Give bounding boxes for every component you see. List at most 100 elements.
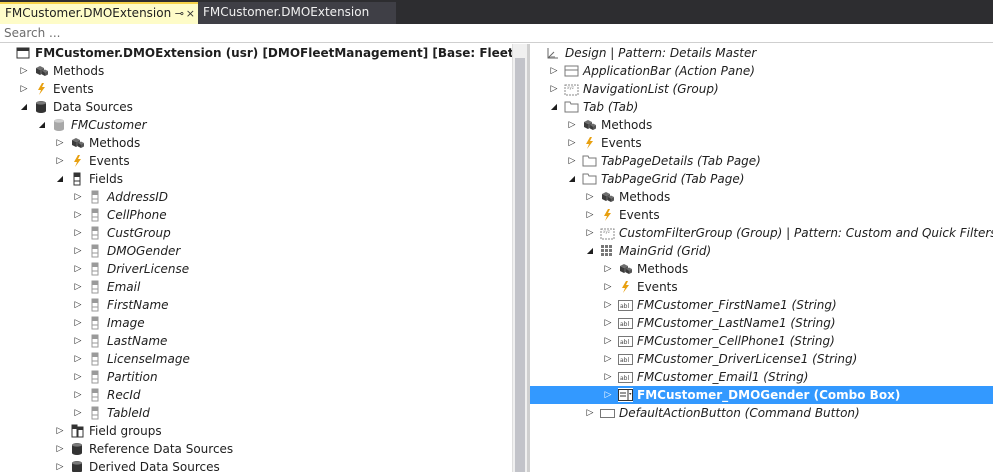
tree-row[interactable]: ▷ abl FMCustomer_DriverLicense1 (String) [530, 350, 993, 368]
tree-row[interactable]: ▷ Field groups [0, 422, 512, 440]
left-pane-scrollbar[interactable] [512, 44, 527, 472]
expand-arrow-icon[interactable]: ▷ [602, 278, 614, 296]
search-input[interactable] [0, 24, 993, 42]
tree-row[interactable]: ▷ Image [0, 314, 512, 332]
tree-row[interactable]: ▷ LicenseImage [0, 350, 512, 368]
collapse-arrow-icon[interactable]: ◢ [548, 98, 560, 116]
tree-row[interactable]: ▷ abl FMCustomer_LastName1 (String) [530, 314, 993, 332]
expand-arrow-icon[interactable]: ▷ [72, 386, 84, 404]
tree-item-label: AddressID [107, 190, 169, 204]
expand-arrow-icon[interactable]: ▷ [566, 134, 578, 152]
expand-arrow-icon[interactable]: ▷ [72, 332, 84, 350]
expand-arrow-icon[interactable]: ▷ [602, 386, 614, 404]
tree-row[interactable]: ▷ Methods [0, 62, 512, 80]
tree-row[interactable]: ◢ FMCustomer [0, 116, 512, 134]
tree-row[interactable]: ▷ abl FMCustomer_Email1 (String) [530, 368, 993, 386]
tree-row[interactable]: ▷ xyz CustomFilterGroup (Group) | Pattern:… [530, 224, 993, 242]
tree-row[interactable]: ▷ DefaultActionButton (Command Button) [530, 404, 993, 422]
expand-arrow-icon[interactable]: ▷ [54, 134, 66, 152]
field-icon-gray [88, 370, 103, 384]
pin-icon[interactable]: ⊸ [175, 4, 184, 23]
tree-row[interactable]: ▷ abl FMCustomer_CellPhone1 (String) [530, 332, 993, 350]
tree-row[interactable]: ▷ Methods [530, 260, 993, 278]
tree-row[interactable]: Design | Pattern: Details Master [530, 44, 993, 62]
tab-fmcustomer-dmoextension-active[interactable]: FMCustomer.DMOExtension ⊸ × [0, 2, 198, 24]
tree-row[interactable]: ▷ Events [0, 80, 512, 98]
tree-row[interactable]: ▷ Events [530, 134, 993, 152]
tree-row[interactable]: ◢ Tab (Tab) [530, 98, 993, 116]
expand-arrow-icon[interactable]: ▷ [72, 296, 84, 314]
tree-row[interactable]: ◢ TabPageGrid (Tab Page) [530, 170, 993, 188]
expand-arrow-icon[interactable]: ▷ [54, 152, 66, 170]
tree-row[interactable]: ▷ Methods [530, 188, 993, 206]
collapse-arrow-icon[interactable]: ◢ [36, 116, 48, 134]
tree-row[interactable]: ▷ AddressID [0, 188, 512, 206]
expand-arrow-icon[interactable]: ▷ [72, 224, 84, 242]
tree-row[interactable]: ▷ FirstName [0, 296, 512, 314]
close-icon[interactable]: × [186, 4, 195, 23]
expand-arrow-icon[interactable]: ▷ [548, 62, 560, 80]
tree-row[interactable]: ▷ Events [0, 152, 512, 170]
expand-arrow-icon[interactable]: ▷ [18, 80, 30, 98]
tree-row[interactable]: ▷ xyz NavigationList (Group) [530, 80, 993, 98]
command-button-icon [600, 406, 615, 420]
expand-arrow-icon[interactable]: ▷ [54, 422, 66, 440]
group-icon: xyz [564, 82, 579, 96]
expand-arrow-icon[interactable]: ▷ [602, 332, 614, 350]
expand-arrow-icon[interactable]: ▷ [602, 350, 614, 368]
tree-row[interactable]: ▷ RecId [0, 386, 512, 404]
expand-arrow-icon[interactable]: ▷ [584, 404, 596, 422]
tree-row[interactable]: ▷ Reference Data Sources [0, 440, 512, 458]
expand-arrow-icon[interactable]: ▷ [584, 224, 596, 242]
expand-arrow-icon[interactable]: ▷ [602, 260, 614, 278]
tree-row[interactable]: ▷ CellPhone [0, 206, 512, 224]
collapse-arrow-icon[interactable]: ◢ [584, 242, 596, 260]
collapse-arrow-icon[interactable]: ◢ [54, 170, 66, 188]
tree-row[interactable]: ▷ Partition [0, 368, 512, 386]
tree-row[interactable]: ▷ TabPageDetails (Tab Page) [530, 152, 993, 170]
field-icon-gray [88, 352, 103, 366]
tree-row[interactable]: ▷ Events [530, 206, 993, 224]
expand-arrow-icon[interactable]: ▷ [566, 116, 578, 134]
expand-arrow-icon[interactable]: ▷ [584, 206, 596, 224]
expand-arrow-icon[interactable]: ▷ [602, 296, 614, 314]
expand-arrow-icon[interactable]: ▷ [72, 260, 84, 278]
expand-arrow-icon[interactable]: ▷ [72, 350, 84, 368]
collapse-arrow-icon[interactable]: ◢ [566, 170, 578, 188]
tree-row[interactable]: ▷ Methods [0, 134, 512, 152]
expand-arrow-icon[interactable]: ▷ [72, 188, 84, 206]
tree-row[interactable]: ▷ Events [530, 278, 993, 296]
expand-arrow-icon[interactable]: ▷ [72, 206, 84, 224]
expand-arrow-icon[interactable]: ▷ [54, 458, 66, 472]
tree-row[interactable]: ▷ Methods [530, 116, 993, 134]
tree-row[interactable]: ▷ TableId [0, 404, 512, 422]
tree-row[interactable]: ▷ ApplicationBar (Action Pane) [530, 62, 993, 80]
expand-arrow-icon[interactable]: ▷ [566, 152, 578, 170]
tree-row[interactable]: ▷ FMCustomer_DMOGender (Combo Box) [530, 386, 993, 404]
expand-arrow-icon[interactable]: ▷ [54, 440, 66, 458]
tree-row[interactable]: ▷ Derived Data Sources [0, 458, 512, 472]
expand-arrow-icon[interactable]: ▷ [548, 80, 560, 98]
collapse-arrow-icon[interactable]: ◢ [18, 98, 30, 116]
expand-arrow-icon[interactable]: ▷ [18, 62, 30, 80]
scrollbar-thumb[interactable] [515, 58, 525, 472]
tree-row[interactable]: ◢ Fields [0, 170, 512, 188]
expand-arrow-icon[interactable]: ▷ [602, 368, 614, 386]
expand-arrow-icon[interactable]: ▷ [72, 368, 84, 386]
expand-arrow-icon[interactable]: ▷ [72, 404, 84, 422]
expand-arrow-icon[interactable]: ▷ [72, 242, 84, 260]
tree-row[interactable]: ▷ DMOGender [0, 242, 512, 260]
expand-arrow-icon[interactable]: ▷ [602, 314, 614, 332]
expand-arrow-icon[interactable]: ▷ [72, 314, 84, 332]
tab-fmcustomer-dmoextension-preview[interactable]: FMCustomer.DMOExtension [198, 2, 396, 24]
tree-row[interactable]: ◢ MainGrid (Grid) [530, 242, 993, 260]
tree-row[interactable]: ▷ LastName [0, 332, 512, 350]
tree-row[interactable]: ▷ CustGroup [0, 224, 512, 242]
expand-arrow-icon[interactable]: ▷ [72, 278, 84, 296]
tree-row[interactable]: FMCustomer.DMOExtension (usr) [DMOFleetM… [0, 44, 512, 62]
tree-row[interactable]: ▷ Email [0, 278, 512, 296]
tree-row[interactable]: ▷ DriverLicense [0, 260, 512, 278]
tree-row[interactable]: ◢ Data Sources [0, 98, 512, 116]
expand-arrow-icon[interactable]: ▷ [584, 188, 596, 206]
tree-row[interactable]: ▷ abl FMCustomer_FirstName1 (String) [530, 296, 993, 314]
